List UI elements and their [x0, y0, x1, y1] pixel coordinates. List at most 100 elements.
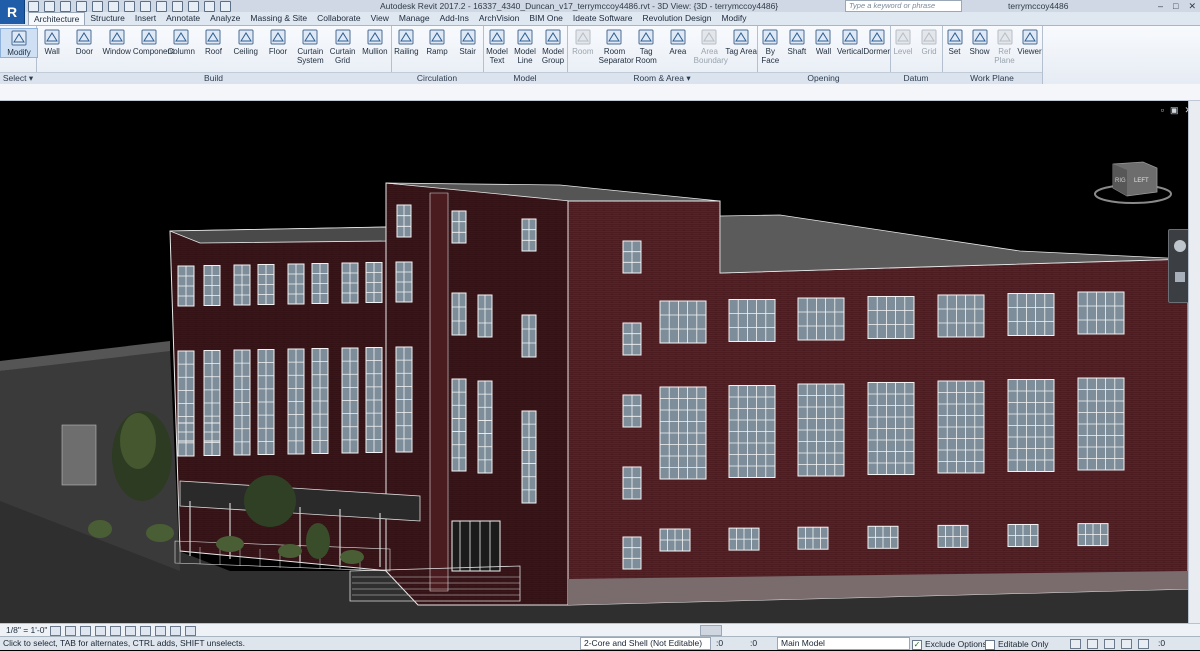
- select-underlay-icon[interactable]: [1087, 639, 1098, 649]
- save-icon[interactable]: [44, 1, 55, 12]
- maximize-icon[interactable]: □: [1173, 0, 1178, 12]
- 3d-viewport[interactable]: ▫ ▣ ✕ RIG LEFT: [0, 101, 1200, 623]
- drag-elements-icon[interactable]: [1138, 639, 1149, 649]
- tool-circulation-ramp[interactable]: Ramp: [422, 28, 453, 56]
- crop-view-icon[interactable]: [125, 626, 136, 636]
- tool-build-floor[interactable]: Floor: [262, 28, 294, 56]
- detail-level-icon[interactable]: [50, 626, 61, 636]
- tool-build-mullion[interactable]: Mullion: [359, 28, 391, 56]
- sun-path-icon[interactable]: [80, 626, 91, 636]
- view-scale[interactable]: 1/8" = 1'-0": [6, 624, 47, 636]
- undo-icon[interactable]: [76, 1, 87, 12]
- tool-opening-vertical[interactable]: Vertical: [837, 28, 864, 56]
- select-pinned-icon[interactable]: [1104, 639, 1115, 649]
- print-icon[interactable]: [108, 1, 119, 12]
- panel-label[interactable]: Select ▾: [0, 72, 36, 84]
- 3d-view-icon[interactable]: [156, 1, 167, 12]
- tab-ideate-software[interactable]: Ideate Software: [568, 12, 638, 25]
- user-name[interactable]: terrymccoy4486: [1008, 0, 1068, 12]
- checkbox-icon[interactable]: [985, 639, 995, 650]
- tool-opening-wall[interactable]: Wall: [810, 28, 837, 56]
- tool-build-wall[interactable]: Wall: [36, 28, 68, 56]
- switch-windows-icon[interactable]: [220, 1, 231, 12]
- tab-massing-site[interactable]: Massing & Site: [245, 12, 312, 25]
- reveal-hidden-icon[interactable]: [185, 626, 196, 636]
- tool-room-area-tag-room[interactable]: Tag Room: [630, 28, 662, 65]
- tool-build-ceiling[interactable]: Ceiling: [230, 28, 262, 56]
- viewcube[interactable]: RIG LEFT: [1093, 156, 1173, 206]
- section-icon[interactable]: [172, 1, 183, 12]
- tool-model-model-line[interactable]: Model Line: [511, 28, 539, 65]
- restore-view-icon[interactable]: ▫: [1161, 105, 1164, 116]
- hide-isolate-icon[interactable]: [170, 626, 181, 636]
- tab-analyze[interactable]: Analyze: [205, 12, 245, 25]
- redo-icon[interactable]: [92, 1, 103, 12]
- open-icon[interactable]: [28, 1, 39, 12]
- tab-archvision[interactable]: ArchVision: [474, 12, 524, 25]
- steering-wheel-icon[interactable]: [1174, 240, 1186, 252]
- tab-view[interactable]: View: [366, 12, 394, 25]
- checkbox-checked-icon[interactable]: ✓: [912, 639, 922, 650]
- zoom-icon[interactable]: [1175, 272, 1185, 282]
- close-icon[interactable]: ✕: [1188, 0, 1196, 12]
- lock-view-icon[interactable]: [155, 626, 166, 636]
- tool-circulation-railing[interactable]: Railing: [391, 28, 422, 56]
- tab-annotate[interactable]: Annotate: [161, 12, 205, 25]
- design-option-dropdown[interactable]: Main Model: [777, 637, 910, 650]
- search-input[interactable]: Type a keyword or phrase: [845, 0, 962, 12]
- tab-manage[interactable]: Manage: [394, 12, 435, 25]
- tab-architecture[interactable]: Architecture: [28, 12, 86, 25]
- tab-add-ins[interactable]: Add-Ins: [435, 12, 474, 25]
- visual-style-icon[interactable]: [65, 626, 76, 636]
- tab-modify[interactable]: Modify: [716, 12, 751, 25]
- tool-build-door[interactable]: Door: [68, 28, 100, 56]
- tool-build-curtain-grid[interactable]: Curtain Grid: [326, 28, 358, 65]
- tool-opening-shaft[interactable]: Shaft: [784, 28, 811, 56]
- panel-label[interactable]: Room & Area ▾: [567, 72, 757, 84]
- thin-lines-icon[interactable]: [188, 1, 199, 12]
- exclude-options-toggle[interactable]: ✓ Exclude Options: [912, 638, 987, 651]
- tool-select-modify[interactable]: Modify: [0, 28, 38, 58]
- tab-bim-one[interactable]: BIM One: [524, 12, 568, 25]
- select-links-icon[interactable]: [1070, 639, 1081, 649]
- tab-structure[interactable]: Structure: [85, 12, 130, 25]
- shadows-icon[interactable]: [95, 626, 106, 636]
- editable-only-toggle[interactable]: Editable Only: [985, 638, 1049, 651]
- revit-logo-button[interactable]: R: [0, 0, 25, 24]
- tool-work-plane-viewer[interactable]: Viewer: [1017, 28, 1042, 56]
- tool-room-area-tag-area[interactable]: Tag Area: [725, 28, 757, 56]
- tool-room-area-room-separator[interactable]: Room Separator: [599, 28, 634, 65]
- horizontal-scroll-thumb[interactable]: [700, 625, 722, 636]
- tool-model-model-group[interactable]: Model Group: [539, 28, 567, 65]
- select-by-face-icon[interactable]: [1121, 639, 1132, 649]
- text-icon[interactable]: [140, 1, 151, 12]
- tool-work-plane-set[interactable]: Set: [942, 28, 967, 56]
- tab-collaborate[interactable]: Collaborate: [312, 12, 365, 25]
- tool-work-plane-show[interactable]: Show: [967, 28, 992, 56]
- tab-insert[interactable]: Insert: [130, 12, 161, 25]
- sync-icon[interactable]: [60, 1, 71, 12]
- tool-datum-grid[interactable]: Grid: [916, 28, 942, 56]
- tool-build-curtain-system[interactable]: Curtain System: [294, 28, 326, 65]
- tool-room-area-area-boundary[interactable]: Area Boundary: [694, 28, 728, 65]
- tool-build-column[interactable]: Column: [165, 28, 197, 56]
- tool-build-component[interactable]: Component: [133, 28, 174, 56]
- workset-dropdown[interactable]: 2-Core and Shell (Not Editable): [580, 637, 711, 650]
- tool-room-area-room[interactable]: Room: [567, 28, 599, 56]
- show-crop-icon[interactable]: [140, 626, 151, 636]
- tool-build-window[interactable]: Window: [101, 28, 133, 56]
- tool-datum-level[interactable]: Level: [890, 28, 916, 56]
- tool-model-model-text[interactable]: Model Text: [483, 28, 511, 65]
- tool-build-roof[interactable]: Roof: [197, 28, 229, 56]
- tool-opening-dormer[interactable]: Dormer: [863, 28, 890, 56]
- render-icon[interactable]: [110, 626, 121, 636]
- tab-revolution-design[interactable]: Revolution Design: [637, 12, 716, 25]
- minimize-icon[interactable]: –: [1158, 0, 1163, 12]
- close-hidden-icon[interactable]: [204, 1, 215, 12]
- tile-view-icon[interactable]: ▣: [1170, 105, 1179, 116]
- tool-room-area-area[interactable]: Area: [662, 28, 694, 56]
- vertical-scrollbar[interactable]: [1188, 101, 1200, 623]
- measure-icon[interactable]: [124, 1, 135, 12]
- tool-circulation-stair[interactable]: Stair: [452, 28, 483, 56]
- tool-opening-by-face[interactable]: By Face: [757, 28, 784, 65]
